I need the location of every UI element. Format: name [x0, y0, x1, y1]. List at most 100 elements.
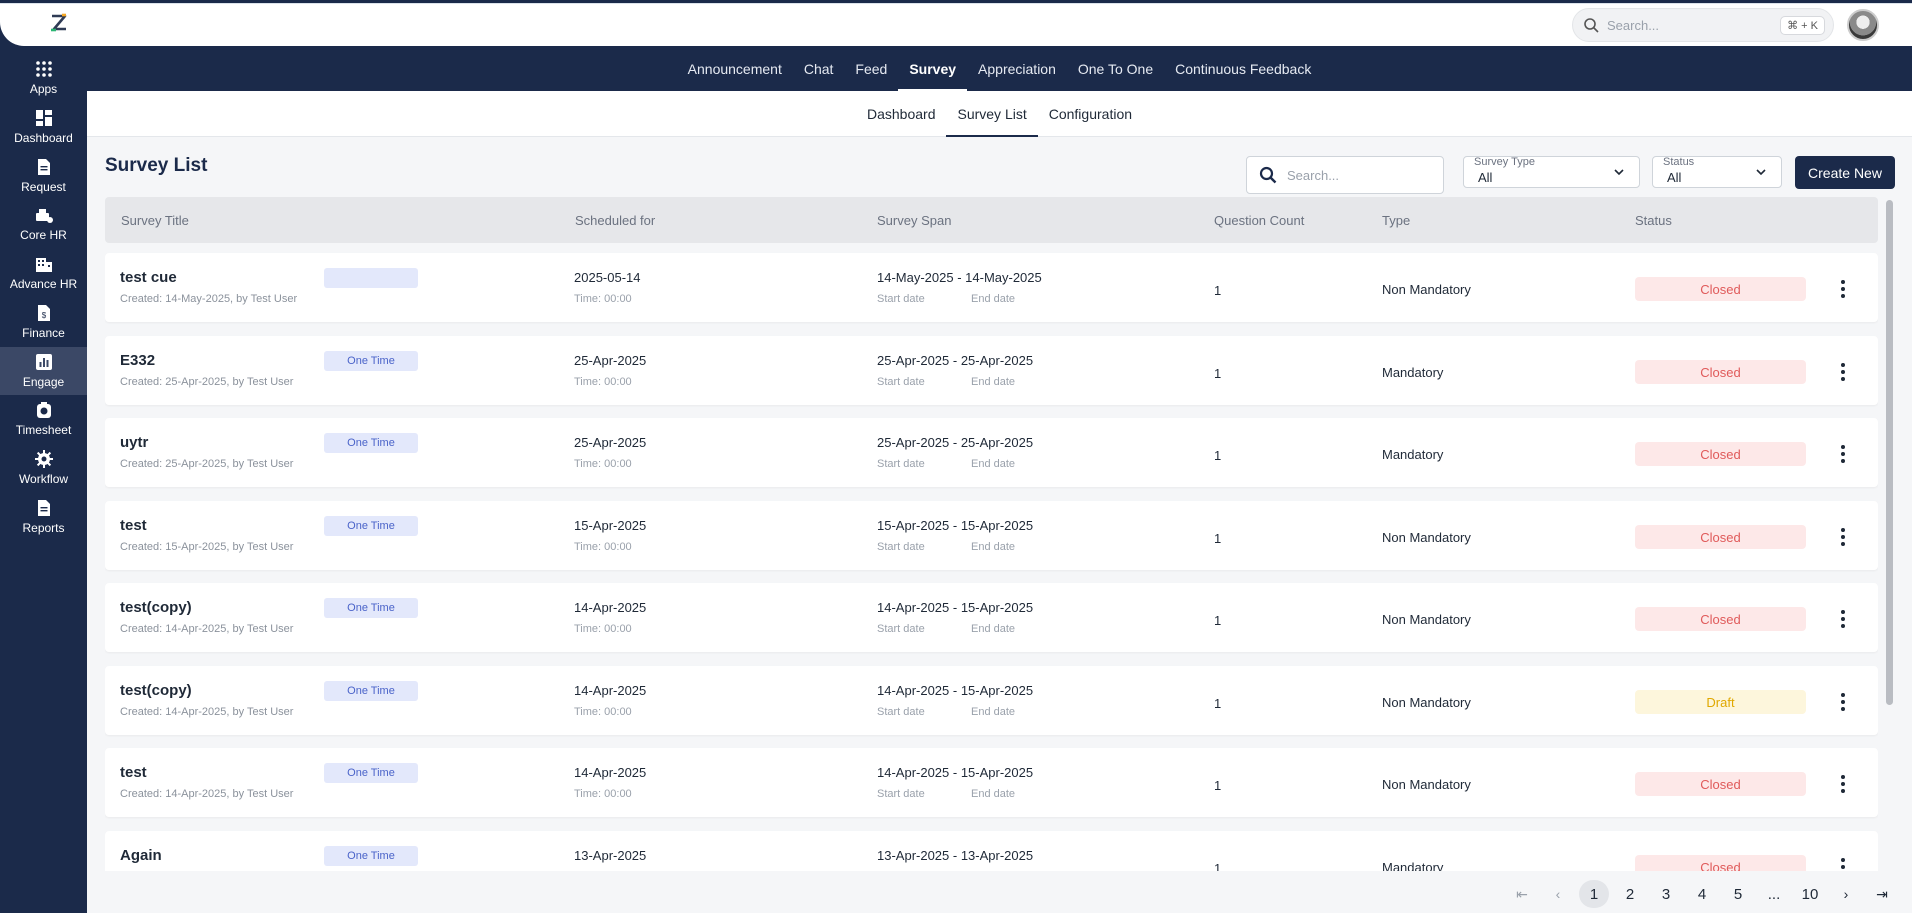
global-search-box[interactable]: Search... ⌘ + K [1572, 8, 1834, 42]
nav-continuous-feedback[interactable]: Continuous Feedback [1164, 46, 1322, 91]
row-actions-menu-icon[interactable] [1836, 278, 1850, 300]
sidebar-item-workflow[interactable]: Workflow [0, 444, 87, 492]
row-actions-menu-icon[interactable] [1836, 361, 1850, 383]
page-button[interactable]: 2 [1615, 880, 1645, 908]
question-count: 1 [1214, 366, 1222, 381]
sidebar-item-engage[interactable]: Engage [0, 347, 87, 395]
survey-title[interactable]: test [120, 764, 147, 781]
column-header-question-count[interactable]: Question Count [1214, 213, 1304, 228]
table-row[interactable]: test Created: 15-Apr-2025, by Test User … [105, 501, 1878, 570]
sidebar-item-finance[interactable]: $ Finance [0, 298, 87, 346]
row-actions-menu-icon[interactable] [1836, 773, 1850, 795]
row-actions-menu-icon[interactable] [1836, 526, 1850, 548]
next-page-icon[interactable]: › [1831, 880, 1861, 908]
timesheet-icon [36, 402, 51, 418]
survey-title[interactable]: Again [120, 847, 162, 864]
tab-dashboard[interactable]: Dashboard [856, 91, 947, 137]
survey-title[interactable]: E332 [120, 352, 155, 369]
sidebar-item-advance-hr[interactable]: Advance HR [0, 249, 87, 297]
question-count: 1 [1214, 778, 1222, 793]
sidebar-item-label: Workflow [18, 472, 69, 486]
nav-chat[interactable]: Chat [793, 46, 845, 91]
survey-created-info: Created: 14-May-2025, by Test User [120, 293, 298, 305]
page-button[interactable]: 4 [1687, 880, 1717, 908]
page-button[interactable]: 5 [1723, 880, 1753, 908]
nav-appreciation[interactable]: Appreciation [967, 46, 1067, 91]
survey-title[interactable]: test [120, 517, 147, 534]
row-actions-menu-icon[interactable] [1836, 856, 1850, 871]
survey-title[interactable]: test(copy) [120, 599, 192, 616]
table-row[interactable]: test(copy) Created: 14-Apr-2025, by Test… [105, 666, 1878, 735]
table-row[interactable]: Again One Time 13-Apr-2025 13-Apr-2025 -… [105, 831, 1878, 871]
sidebar-item-timesheet[interactable]: Timesheet [0, 395, 87, 443]
survey-title[interactable]: test(copy) [120, 682, 192, 699]
page-button[interactable]: 10 [1795, 880, 1825, 908]
app-logo-icon[interactable] [48, 12, 70, 34]
building-icon [35, 258, 52, 272]
survey-title[interactable]: uytr [120, 434, 148, 451]
scheduled-time: Time: 00:00 [574, 623, 632, 635]
sidebar-item-request[interactable]: Request [0, 152, 87, 200]
scheduled-time: Time: 00:00 [574, 458, 632, 470]
survey-search-input[interactable]: Search... [1246, 156, 1444, 194]
scheduled-date: 13-Apr-2025 [574, 848, 647, 863]
frequency-badge: One Time [324, 516, 418, 536]
frequency-badge: One Time [324, 351, 418, 371]
tab-survey-list[interactable]: Survey List [946, 91, 1038, 137]
nav-announcement[interactable]: Announcement [677, 46, 793, 91]
survey-span: 13-Apr-2025 - 13-Apr-2025 [877, 848, 1034, 863]
column-header-survey-title[interactable]: Survey Title [121, 213, 189, 228]
row-actions-menu-icon[interactable] [1836, 608, 1850, 630]
status-select[interactable]: Status All [1652, 156, 1782, 188]
chevron-down-icon [1756, 169, 1766, 176]
question-count: 1 [1214, 613, 1222, 628]
sidebar-item-core-hr[interactable]: Core HR [0, 200, 87, 248]
end-date-label: End date [971, 706, 1016, 718]
start-date-label: Start date [877, 293, 925, 305]
row-actions-menu-icon[interactable] [1836, 691, 1850, 713]
sidebar-item-dashboard[interactable]: Dashboard [0, 103, 87, 151]
apps-grid-icon [35, 61, 52, 77]
scheduled-date: 14-Apr-2025 [574, 600, 647, 615]
user-avatar[interactable] [1847, 9, 1879, 41]
tab-configuration[interactable]: Configuration [1038, 91, 1143, 137]
table-row[interactable]: test cue Created: 14-May-2025, by Test U… [105, 253, 1878, 322]
sidebar-item-apps[interactable]: Apps [0, 54, 87, 102]
column-header-type[interactable]: Type [1382, 213, 1410, 228]
scheduled-time: Time: 00:00 [574, 541, 632, 553]
sidebar-item-reports[interactable]: Reports [0, 493, 87, 541]
column-header-scheduled-for[interactable]: Scheduled for [575, 213, 655, 228]
frequency-badge: One Time [324, 433, 418, 453]
first-page-icon[interactable]: ⇤ [1507, 880, 1537, 908]
row-actions-menu-icon[interactable] [1836, 443, 1850, 465]
nav-feed[interactable]: Feed [844, 46, 898, 91]
column-header-status[interactable]: Status [1635, 213, 1672, 228]
sidebar-item-label: Timesheet [15, 423, 72, 437]
last-page-icon[interactable]: ⇥ [1867, 880, 1897, 908]
nav-one-to-one[interactable]: One To One [1067, 46, 1164, 91]
nav-survey[interactable]: Survey [898, 46, 967, 91]
page-button[interactable]: 1 [1579, 880, 1609, 908]
end-date-label: End date [971, 623, 1016, 635]
survey-created-info: Created: 15-Apr-2025, by Test User [120, 541, 294, 553]
start-date-label: Start date [877, 458, 925, 470]
page-button[interactable]: 3 [1651, 880, 1681, 908]
table-row[interactable]: E332 Created: 25-Apr-2025, by Test User … [105, 336, 1878, 405]
table-row[interactable]: uytr Created: 25-Apr-2025, by Test User … [105, 418, 1878, 487]
end-date-label: End date [971, 458, 1016, 470]
table-scrollbar-thumb[interactable] [1886, 200, 1893, 705]
previous-page-icon[interactable]: ‹ [1543, 880, 1573, 908]
survey-type-select[interactable]: Survey Type All [1463, 156, 1640, 188]
table-row[interactable]: test Created: 14-Apr-2025, by Test User … [105, 748, 1878, 817]
sidebar-item-label: Finance [22, 326, 65, 340]
frequency-badge: One Time [324, 681, 418, 701]
table-row[interactable]: test(copy) Created: 14-Apr-2025, by Test… [105, 583, 1878, 652]
page-title: Survey List [105, 155, 208, 176]
survey-title[interactable]: test cue [120, 269, 177, 286]
start-date-label: Start date [877, 541, 925, 553]
search-icon [1259, 166, 1277, 184]
survey-span: 25-Apr-2025 - 25-Apr-2025 [877, 353, 1034, 368]
column-header-survey-span[interactable]: Survey Span [877, 213, 951, 228]
create-new-button[interactable]: Create New [1795, 156, 1895, 189]
scheduled-time: Time: 00:00 [574, 706, 632, 718]
